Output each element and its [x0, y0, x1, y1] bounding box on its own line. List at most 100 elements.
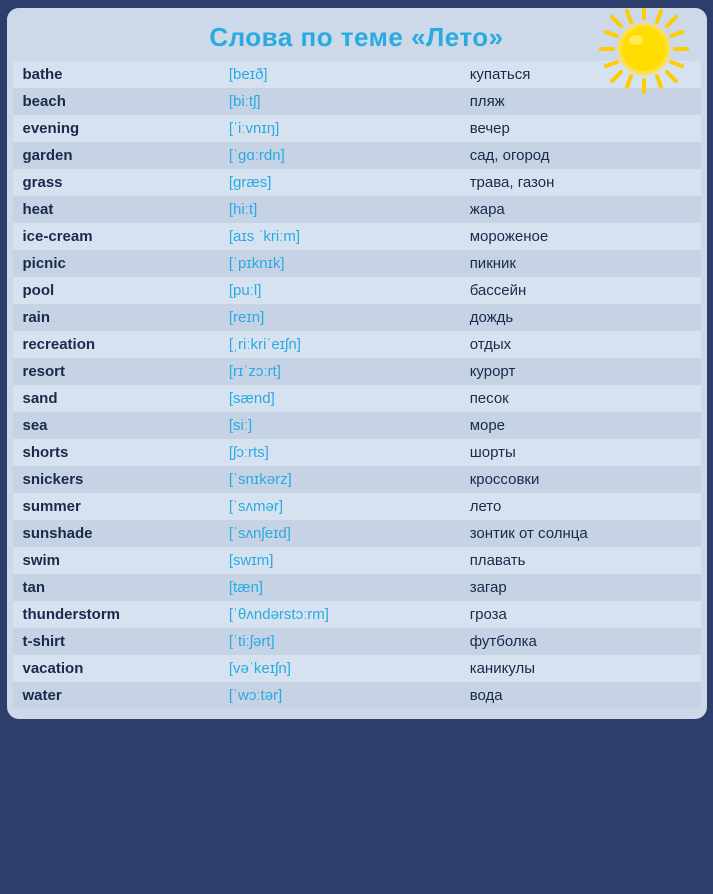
word-russian: вода	[460, 682, 701, 709]
word-english: garden	[13, 142, 219, 169]
word-transcription: [swɪm]	[219, 547, 460, 574]
table-row: heat[hiːt]жара	[13, 196, 701, 223]
table-wrapper: bathe[beɪð]купатьсяbeach[biːtʃ]пляжeveni…	[7, 61, 707, 709]
word-russian: загар	[460, 574, 701, 601]
table-row: vacation[vəˈkeɪʃn]каникулы	[13, 655, 701, 682]
word-russian: зонтик от солнца	[460, 520, 701, 547]
word-english: shorts	[13, 439, 219, 466]
word-russian: жара	[460, 196, 701, 223]
word-russian: отдых	[460, 331, 701, 358]
word-english: rain	[13, 304, 219, 331]
word-transcription: [vəˈkeɪʃn]	[219, 655, 460, 682]
word-english: sea	[13, 412, 219, 439]
word-english: picnic	[13, 250, 219, 277]
word-table: bathe[beɪð]купатьсяbeach[biːtʃ]пляжeveni…	[13, 61, 701, 709]
word-transcription: [aɪs ˈkriːm]	[219, 223, 460, 250]
word-english: swim	[13, 547, 219, 574]
word-english: bathe	[13, 61, 219, 88]
word-russian: пикник	[460, 250, 701, 277]
table-row: bathe[beɪð]купаться	[13, 61, 701, 88]
page-header: Слова по теме «Лето»	[7, 8, 707, 61]
word-english: t-shirt	[13, 628, 219, 655]
table-row: picnic[ˈpɪknɪk]пикник	[13, 250, 701, 277]
table-row: shorts[ʃɔːrts]шорты	[13, 439, 701, 466]
word-english: tan	[13, 574, 219, 601]
word-transcription: [rɪˈzɔːrt]	[219, 358, 460, 385]
table-row: thunderstorm[ˈθʌndərstɔːrm]гроза	[13, 601, 701, 628]
table-row: sand[sænd]песок	[13, 385, 701, 412]
sun-decoration	[599, 8, 689, 94]
word-russian: вечер	[460, 115, 701, 142]
word-russian: курорт	[460, 358, 701, 385]
table-row: resort[rɪˈzɔːrt]курорт	[13, 358, 701, 385]
word-english: evening	[13, 115, 219, 142]
table-row: recreation[ˌriːkriˈeɪʃn]отдых	[13, 331, 701, 358]
word-russian: лето	[460, 493, 701, 520]
word-english: pool	[13, 277, 219, 304]
word-russian: шорты	[460, 439, 701, 466]
word-russian: трава, газон	[460, 169, 701, 196]
table-row: ice-cream[aɪs ˈkriːm]мороженое	[13, 223, 701, 250]
word-russian: сад, огород	[460, 142, 701, 169]
table-row: garden[ˈɡɑːrdn]сад, огород	[13, 142, 701, 169]
word-english: summer	[13, 493, 219, 520]
page-container: Слова по теме «Лето»	[7, 8, 707, 719]
word-english: heat	[13, 196, 219, 223]
table-row: water[ˈwɔːtər]вода	[13, 682, 701, 709]
word-transcription: [tæn]	[219, 574, 460, 601]
table-row: tan[tæn]загар	[13, 574, 701, 601]
table-row: grass[ɡræs]трава, газон	[13, 169, 701, 196]
word-english: snickers	[13, 466, 219, 493]
page-title: Слова по теме «Лето»	[27, 22, 687, 53]
word-russian: море	[460, 412, 701, 439]
word-transcription: [ˈiːvnɪŋ]	[219, 115, 460, 142]
word-russian: плавать	[460, 547, 701, 574]
table-row: sea[siː]море	[13, 412, 701, 439]
word-transcription: [biːtʃ]	[219, 88, 460, 115]
word-russian: мороженое	[460, 223, 701, 250]
word-english: water	[13, 682, 219, 709]
word-english: sunshade	[13, 520, 219, 547]
table-row: pool[puːl]бассейн	[13, 277, 701, 304]
word-english: sand	[13, 385, 219, 412]
table-row: sunshade[ˈsʌnʃeɪd]зонтик от солнца	[13, 520, 701, 547]
word-transcription: [ˈtiːʃərt]	[219, 628, 460, 655]
word-transcription: [beɪð]	[219, 61, 460, 88]
word-transcription: [ˈɡɑːrdn]	[219, 142, 460, 169]
word-russian: бассейн	[460, 277, 701, 304]
word-english: resort	[13, 358, 219, 385]
table-row: beach[biːtʃ]пляж	[13, 88, 701, 115]
word-english: thunderstorm	[13, 601, 219, 628]
word-english: grass	[13, 169, 219, 196]
word-transcription: [ˌriːkriˈeɪʃn]	[219, 331, 460, 358]
word-english: beach	[13, 88, 219, 115]
word-transcription: [ˈsʌmər]	[219, 493, 460, 520]
table-row: evening[ˈiːvnɪŋ]вечер	[13, 115, 701, 142]
table-row: summer[ˈsʌmər]лето	[13, 493, 701, 520]
word-russian: каникулы	[460, 655, 701, 682]
word-transcription: [ˈsnɪkərz]	[219, 466, 460, 493]
word-transcription: [ʃɔːrts]	[219, 439, 460, 466]
word-transcription: [ɡræs]	[219, 169, 460, 196]
word-russian: футболка	[460, 628, 701, 655]
word-russian: песок	[460, 385, 701, 412]
table-row: rain[reɪn]дождь	[13, 304, 701, 331]
word-transcription: [puːl]	[219, 277, 460, 304]
table-row: snickers[ˈsnɪkərz]кроссовки	[13, 466, 701, 493]
word-transcription: [ˈwɔːtər]	[219, 682, 460, 709]
word-transcription: [ˈsʌnʃeɪd]	[219, 520, 460, 547]
word-russian: гроза	[460, 601, 701, 628]
word-transcription: [siː]	[219, 412, 460, 439]
word-transcription: [reɪn]	[219, 304, 460, 331]
table-row: swim[swɪm]плавать	[13, 547, 701, 574]
word-transcription: [ˈθʌndərstɔːrm]	[219, 601, 460, 628]
word-english: vacation	[13, 655, 219, 682]
word-transcription: [hiːt]	[219, 196, 460, 223]
table-row: t-shirt[ˈtiːʃərt]футболка	[13, 628, 701, 655]
word-english: ice-cream	[13, 223, 219, 250]
word-russian: дождь	[460, 304, 701, 331]
word-english: recreation	[13, 331, 219, 358]
word-transcription: [sænd]	[219, 385, 460, 412]
word-transcription: [ˈpɪknɪk]	[219, 250, 460, 277]
word-russian: кроссовки	[460, 466, 701, 493]
